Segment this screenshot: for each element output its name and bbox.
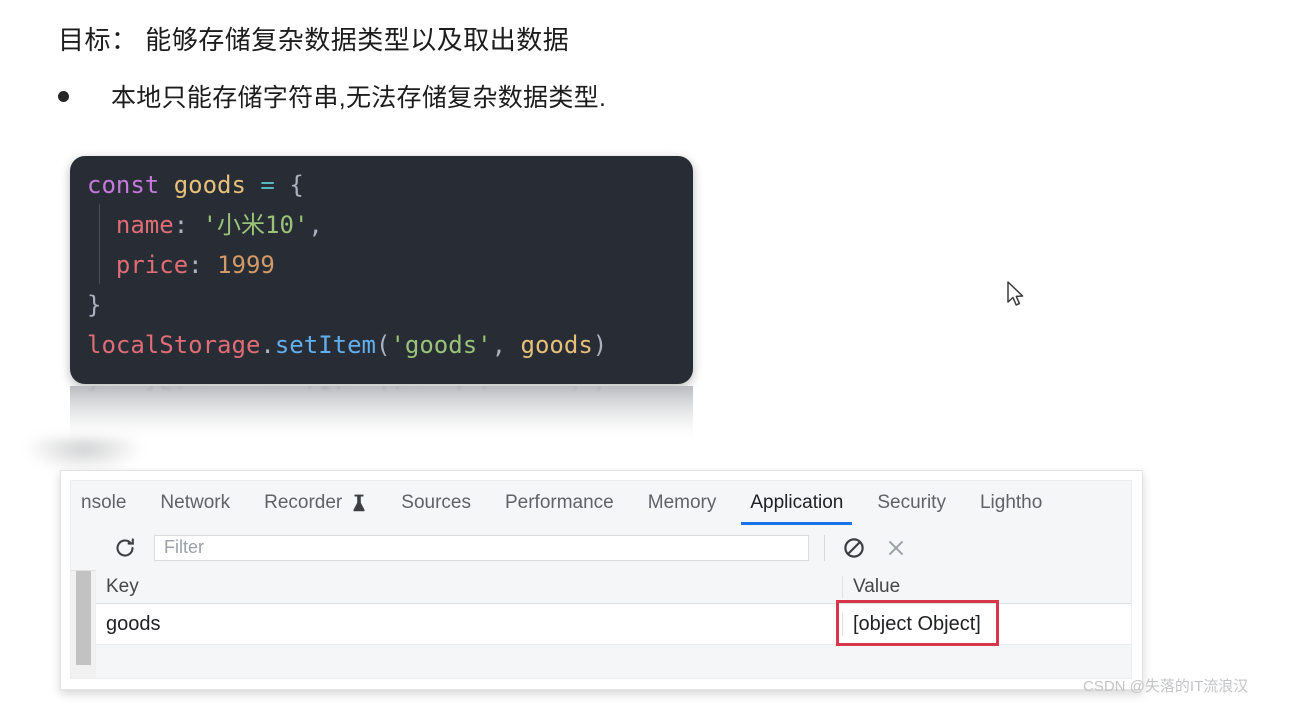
code-block-reflection: localStorage.setItem('goods', goods) [70, 386, 693, 446]
filter-input[interactable]: Filter [154, 534, 809, 561]
code-block: const goods = { name: '小米10', price: 199… [70, 156, 693, 384]
bullet-item: 本地只能存储字符串,无法存储复杂数据类型. [58, 78, 606, 114]
code-token-punctuation: . [260, 331, 275, 359]
devtools-tab-sources[interactable]: Sources [384, 481, 488, 525]
tab-label: Application [750, 492, 844, 513]
code-line: } [87, 285, 693, 325]
tab-label: Sources [401, 492, 471, 513]
code-token-operator: = [260, 171, 275, 199]
table-row[interactable]: goods [object Object] [96, 604, 1131, 645]
devtools-tab-performance[interactable]: Performance [488, 481, 631, 525]
cell-key[interactable]: goods [96, 613, 842, 636]
page-title: 目标： 能够存储复杂数据类型以及取出数据 [58, 25, 570, 55]
table-row-empty[interactable] [96, 645, 1131, 678]
code-content: const goods = { name: '小米10', price: 199… [87, 165, 693, 365]
code-token-punctuation: , [491, 331, 507, 359]
close-x-icon[interactable] [883, 535, 909, 561]
devtools-tab-recorder[interactable]: Recorder [247, 481, 384, 525]
code-token-function: setItem [274, 331, 376, 359]
tab-label: Network [160, 492, 231, 513]
devtools-tabbar: nsole Network Recorder Sources Performance Me… [71, 481, 1131, 526]
code-token-variable: goods [520, 331, 593, 359]
table-header-row: Key Value [96, 570, 1131, 604]
code-token-keyword: const [87, 171, 160, 199]
code-token-property: price [115, 251, 189, 279]
devtools-tab-nsole[interactable]: nsole [81, 481, 143, 525]
mouse-cursor-icon [1006, 281, 1026, 314]
bullet-dot-icon [58, 90, 69, 102]
devtools-tab-security[interactable]: Security [860, 481, 963, 525]
devtools-tab-network[interactable]: Network [143, 481, 247, 525]
code-token-punctuation: { [289, 171, 304, 199]
filter-placeholder: Filter [164, 537, 204, 557]
code-token-number: 1999 [217, 251, 275, 279]
tab-label: Recorder [264, 492, 343, 513]
devtools-tab-memory[interactable]: Memory [631, 481, 734, 525]
code-line: price: 1999 [87, 245, 693, 285]
tab-label: Memory [647, 492, 717, 513]
reflection-smear [24, 438, 144, 472]
code-token-punctuation: ) [592, 331, 608, 359]
watermark: CSDN @失落的IT流浪汉 [1083, 678, 1249, 695]
code-line: name: '小米10', [87, 205, 693, 245]
code-line: const goods = { [87, 165, 693, 205]
code-token-punctuation: : [188, 251, 203, 279]
toolbar-separator [824, 534, 825, 561]
code-token-property: name [115, 211, 174, 239]
block-clear-icon[interactable] [841, 535, 867, 561]
devtools-window: nsole Network Recorder Sources Performance Me… [60, 470, 1143, 690]
devtools-tab-lightho[interactable]: Lightho [963, 481, 1059, 525]
column-header-key[interactable]: Key [96, 576, 842, 598]
code-token-punctuation: : [173, 211, 189, 239]
tab-label: Security [877, 492, 946, 513]
code-token-variable: goods [173, 171, 246, 199]
storage-toolbar: Filter [71, 525, 1131, 571]
code-token-string: 'goods' [390, 331, 492, 359]
local-storage-table: Key Value goods [object Object] [96, 570, 1131, 678]
code-token-punctuation: , [308, 211, 323, 239]
devtools-tab-application[interactable]: Application [733, 481, 860, 525]
column-header-value[interactable]: Value [842, 575, 1131, 598]
code-token-punctuation: } [87, 291, 102, 319]
refresh-icon[interactable] [111, 534, 139, 562]
code-line: localStorage.setItem('goods', goods) [87, 325, 693, 365]
tab-label: Lightho [979, 492, 1043, 513]
reflection-fade [70, 386, 693, 446]
cell-value[interactable]: [object Object] [842, 612, 1131, 636]
tab-label: Performance [504, 492, 614, 513]
flask-icon [351, 494, 367, 513]
bullet-item-label: 本地只能存储字符串,无法存储复杂数据类型. [111, 84, 607, 112]
code-token-object: localStorage [87, 331, 261, 359]
devtools-frame: nsole Network Recorder Sources Performance Me… [70, 480, 1132, 679]
code-token-punctuation: ( [376, 331, 391, 359]
tab-label: nsole [81, 492, 127, 513]
code-token-string: '小米10' [202, 211, 309, 239]
